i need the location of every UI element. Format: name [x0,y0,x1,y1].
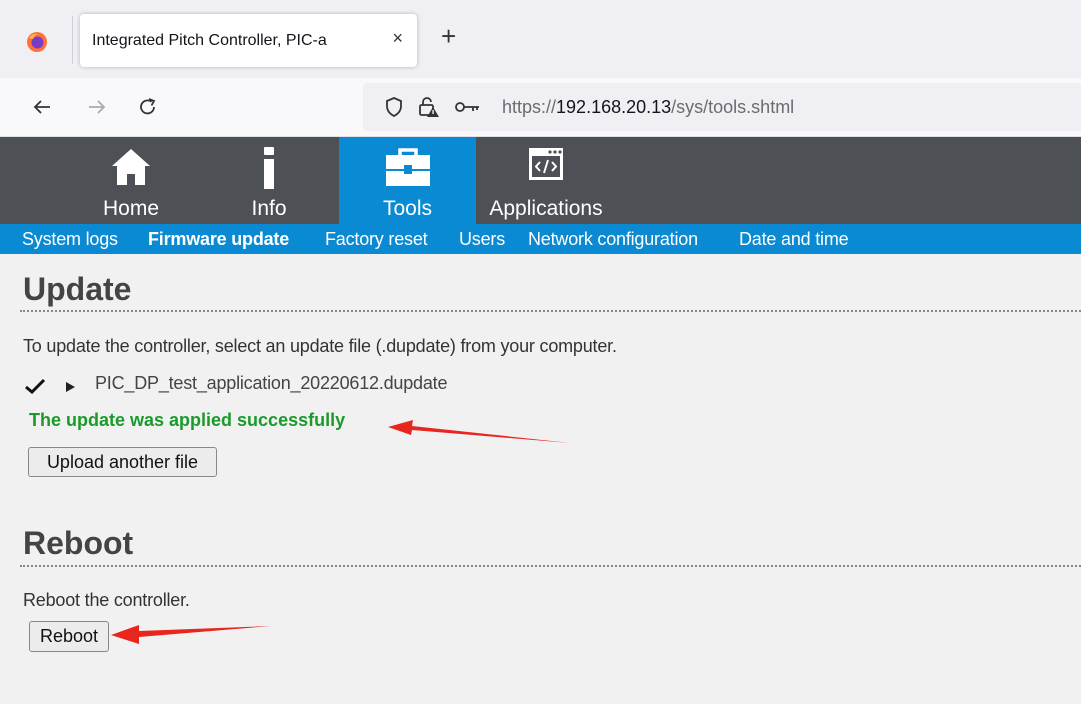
update-heading-divider [20,310,1081,312]
menu-item-info[interactable]: Info [236,137,302,224]
reload-icon [140,98,156,115]
tab-title: Integrated Pitch Controller, PIC-a [92,32,327,49]
annotation-arrow-reboot [111,625,271,644]
info-icon [264,147,274,189]
toolbox-icon [385,148,430,186]
reload-button[interactable] [131,90,165,124]
tools-submenu: System logs Firmware update Factory rese… [0,224,1081,254]
back-button[interactable] [25,90,59,124]
menu-item-tools[interactable]: Tools [339,137,476,224]
browser-navigation-bar: https://192.168.20.13/sys/tools.shtml [0,78,1081,137]
update-heading: Update [23,271,132,307]
reboot-heading: Reboot [23,525,134,561]
menu-label-applications: Applications [489,197,603,220]
checkmark-icon [25,378,46,394]
expand-triangle-icon[interactable] [66,382,75,392]
url-scheme: https:// [502,97,557,117]
annotation-arrow-success [388,420,570,443]
address-bar[interactable]: https://192.168.20.13/sys/tools.shtml [363,83,1081,131]
new-tab-button[interactable]: + [441,23,456,49]
menu-label-tools: Tools [382,197,433,220]
uploaded-file-name: PIC_DP_test_application_20220612.dupdate [95,373,448,393]
insecure-lock-icon[interactable] [415,94,441,120]
submenu-date-and-time[interactable]: Date and time [739,229,849,250]
submenu-network-configuration[interactable]: Network configuration [528,229,698,250]
tracking-shield-icon[interactable] [381,94,407,120]
home-icon [112,149,150,185]
code-window-icon [529,148,563,180]
reboot-button[interactable]: Reboot [29,621,109,652]
menu-label-info: Info [251,197,287,220]
submenu-firmware-update[interactable]: Firmware update [148,229,289,250]
submenu-users[interactable]: Users [459,229,505,250]
url-path: /sys/tools.shtml [671,97,795,117]
reboot-heading-divider [20,565,1081,567]
firefox-logo-icon[interactable] [26,31,48,53]
reboot-description: Reboot the controller. [23,590,190,610]
update-description: To update the controller, select an upda… [23,336,617,356]
url-text[interactable]: https://192.168.20.13/sys/tools.shtml [502,97,794,118]
submenu-system-logs[interactable]: System logs [22,229,118,250]
upload-another-file-button[interactable]: Upload another file [28,447,217,477]
forward-arrow-icon [89,100,106,114]
menu-item-home[interactable]: Home [88,137,174,224]
back-arrow-icon [33,100,50,114]
menu-label-home: Home [102,197,160,220]
main-menu: Home Info Tools Applications [0,137,1081,224]
submenu-factory-reset[interactable]: Factory reset [325,229,428,250]
update-success-message: The update was applied successfully [29,410,346,430]
forward-button[interactable] [80,90,114,124]
browser-tab-strip: Integrated Pitch Controller, PIC-a × + [0,0,1081,78]
menu-item-applications[interactable]: Applications [476,137,616,224]
tab-close-icon[interactable]: × [392,28,403,49]
url-host: 192.168.20.13 [556,97,672,117]
browser-tab[interactable]: Integrated Pitch Controller, PIC-a × [80,14,417,67]
key-icon[interactable] [455,94,481,120]
tab-separator [72,16,73,64]
